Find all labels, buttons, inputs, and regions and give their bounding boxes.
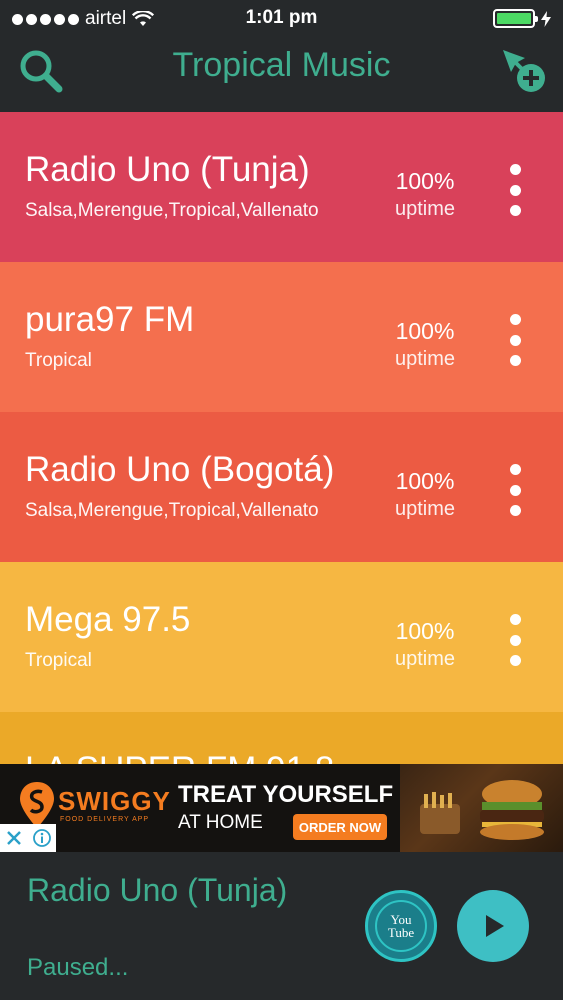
station-name: LA SUPER FM 91.8 [25, 750, 334, 764]
close-icon[interactable] [4, 828, 24, 848]
ad-subline: AT HOME [178, 812, 263, 833]
youtube-icon: You Tube [375, 900, 427, 952]
battery-icon [493, 9, 538, 28]
uptime-percent: 100% [395, 168, 455, 194]
play-button[interactable] [457, 890, 529, 962]
ad-brand: SWIGGY [58, 786, 171, 816]
info-icon[interactable] [32, 828, 52, 848]
ad-food-image [400, 764, 563, 852]
uptime-label: uptime [394, 498, 456, 520]
swiggy-logo-icon [20, 782, 54, 828]
ad-choices-badge[interactable] [0, 824, 56, 852]
uptime-label: uptime [394, 348, 456, 370]
station-row[interactable]: LA SUPER FM 91.8 [0, 712, 563, 764]
ad-order-button[interactable]: ORDER NOW [293, 814, 387, 840]
station-genres: Tropical [25, 350, 92, 371]
station-row[interactable]: Radio Uno (Tunja) Salsa,Merengue,Tropica… [0, 112, 563, 262]
playback-status: Paused... [27, 954, 129, 981]
ad-headline: TREAT YOURSELF [178, 781, 394, 808]
now-playing-bar: Radio Uno (Tunja) Paused... You Tube [0, 852, 563, 1000]
ad-brand-sub: FOOD DELIVERY APP [60, 816, 150, 823]
add-station-button[interactable] [499, 46, 549, 96]
more-options-icon[interactable] [500, 164, 530, 216]
play-icon [486, 915, 504, 937]
page-title: Tropical Music [172, 46, 391, 84]
uptime-percent: 100% [395, 618, 455, 644]
status-bar: airtel 1:01 pm [0, 0, 563, 36]
more-options-icon[interactable] [500, 614, 530, 666]
station-row[interactable]: pura97 FM Tropical 100% uptime [0, 262, 563, 412]
station-name: pura97 FM [25, 300, 195, 339]
ad-banner[interactable]: SWIGGY FOOD DELIVERY APP TREAT YOURSELF … [0, 764, 563, 852]
station-row[interactable]: Radio Uno (Bogotá) Salsa,Merengue,Tropic… [0, 412, 563, 562]
station-genres: Salsa,Merengue,Tropical,Vallenato [25, 200, 319, 221]
station-genres: Salsa,Merengue,Tropical,Vallenato [25, 500, 319, 521]
station-genres: Tropical [25, 650, 92, 671]
add-station-icon [503, 50, 545, 92]
station-name: Radio Uno (Bogotá) [25, 450, 335, 489]
station-list: Radio Uno (Tunja) Salsa,Merengue,Tropica… [0, 112, 563, 764]
now-playing-title: Radio Uno (Tunja) [27, 872, 288, 908]
status-time: 1:01 pm [245, 7, 318, 28]
uptime-label: uptime [394, 198, 456, 220]
uptime-label: uptime [394, 648, 456, 670]
battery-area [493, 9, 551, 28]
charging-icon [541, 10, 551, 27]
more-options-icon[interactable] [500, 314, 530, 366]
station-row[interactable]: Mega 97.5 Tropical 100% uptime [0, 562, 563, 712]
station-name: Radio Uno (Tunja) [25, 150, 310, 189]
app-header: Tropical Music [0, 36, 563, 112]
uptime-percent: 100% [395, 318, 455, 344]
youtube-button[interactable]: You Tube [365, 890, 437, 962]
station-name: Mega 97.5 [25, 600, 191, 639]
uptime-percent: 100% [395, 468, 455, 494]
more-options-icon[interactable] [500, 464, 530, 516]
